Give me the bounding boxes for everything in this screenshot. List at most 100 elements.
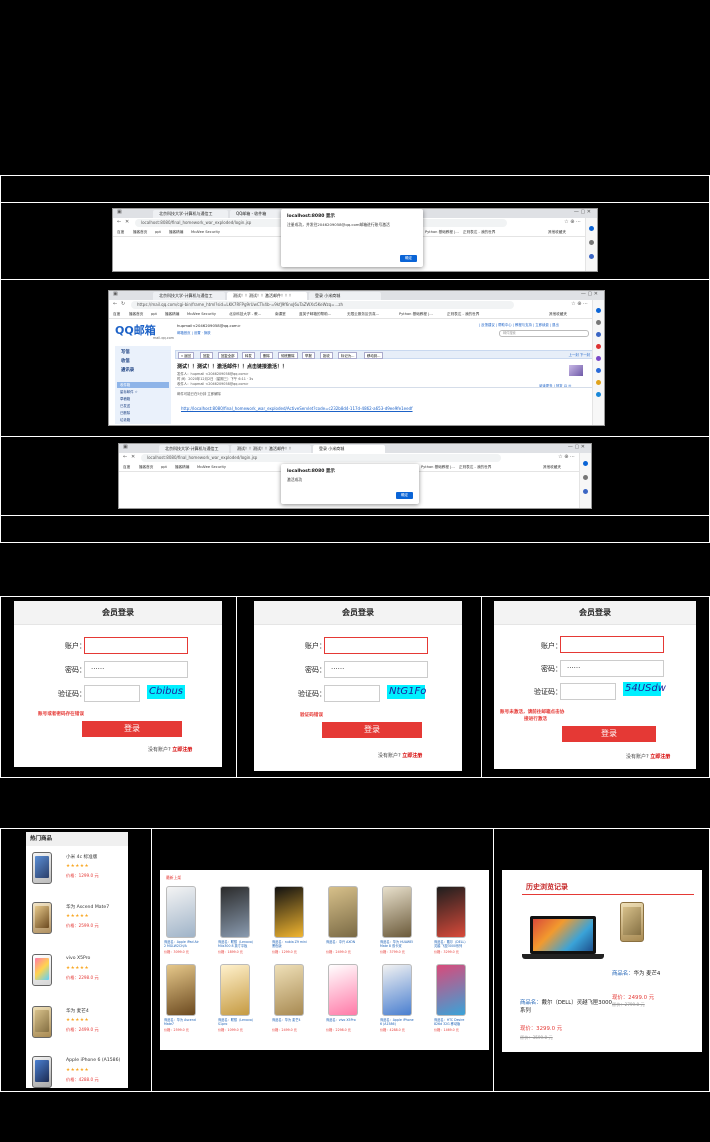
window-controls-icon[interactable]: — ▢ ✕ <box>581 291 598 297</box>
product-card[interactable]: 商品名：HTC Desire 826d 32G 移动版 价格：1469.0 元 <box>434 964 468 1036</box>
register-link[interactable]: 立即注册 <box>402 753 422 759</box>
folder-starred[interactable]: 星标邮件 ☆ <box>120 389 138 394</box>
mail-user-links[interactable]: 邮箱首页 | 设置 · 换肤 <box>177 330 211 335</box>
reload-icon[interactable]: ↻ <box>121 301 125 307</box>
nav-inbox[interactable]: 收信 <box>121 358 130 364</box>
sidebar-icon[interactable] <box>596 392 601 397</box>
sidebar-icon[interactable] <box>596 380 601 385</box>
product-card[interactable]: 商品名：nubia Z9 mini 黑色版 价格：1299.0 元 <box>272 886 308 958</box>
bookmark[interactable]: 百度 <box>113 311 120 318</box>
tab-login[interactable]: 登录 小米商城 <box>309 292 381 300</box>
bookmark[interactable]: Python 基础教程 |... <box>425 229 459 236</box>
dialog-ok-button[interactable]: 确定 <box>400 255 417 262</box>
captcha-input[interactable] <box>324 685 380 702</box>
toolbar-reject-button[interactable]: 拒收 <box>320 352 333 359</box>
sidebar-icon[interactable] <box>589 254 594 259</box>
product-image[interactable] <box>166 964 196 1016</box>
product-image[interactable] <box>382 886 412 938</box>
bookmark[interactable]: 播客精编 <box>165 311 179 318</box>
browser-toolbar-icons[interactable]: ☆ ⊕ ⋯ <box>564 219 581 225</box>
history-laptop-name[interactable]: 商品名：戴尔（DELL）灵越飞匣3000系列 <box>520 999 612 1015</box>
product-image[interactable] <box>274 964 304 1016</box>
tab-ustb[interactable]: 北京科技大学-计算机与通信工 <box>159 445 229 453</box>
password-input[interactable]: ······ <box>560 660 664 677</box>
bookmark[interactable]: ppt <box>155 229 161 236</box>
bookmark[interactable]: ppt <box>151 311 157 318</box>
bookmark[interactable]: 正则表达 - 我的世界 <box>459 464 491 471</box>
product-card[interactable]: 商品名：戴尔（DELL）灵越 飞匣3000系列 价格：3299.0 元 <box>434 886 468 958</box>
sidebar-icon[interactable] <box>596 308 601 313</box>
dialog-ok-button[interactable]: 确定 <box>396 492 413 499</box>
bookmark[interactable]: 其他收藏夹 <box>548 229 566 236</box>
tab-login[interactable]: 登录 小米商城 <box>313 445 385 453</box>
register-link[interactable]: 立即注册 <box>172 747 192 753</box>
bookmark[interactable]: 播客精编 <box>175 464 189 471</box>
captcha-image[interactable]: Cbibus <box>147 685 185 699</box>
bookmark[interactable]: Python 基础教程 |... <box>421 464 455 471</box>
sidebar-icon[interactable] <box>596 368 601 373</box>
bookmark[interactable]: 正则表达 - 我的世界 <box>447 311 479 318</box>
folder-spam[interactable]: 垃圾箱 <box>120 417 130 422</box>
product-card[interactable]: 商品名：华为 麦芒4 价格：2499.0 元 <box>272 964 306 1036</box>
list-item[interactable]: vivo X5Pro ★★★★★ 价格：2298.0 元 <box>26 950 128 1000</box>
account-input[interactable] <box>560 636 664 653</box>
password-input[interactable]: ······ <box>324 661 428 678</box>
bookmark[interactable]: 播客首页 <box>139 464 153 471</box>
product-card[interactable]: 商品名：联想（Lenovo）S1pro 价格：1099.0 元 <box>218 964 254 1036</box>
product-card[interactable]: 商品名：中兴 AXON 价格：2499.0 元 <box>326 886 360 958</box>
bookmark[interactable]: 蓝英子邮箱的帮助... <box>299 311 331 318</box>
sidebar-icon[interactable] <box>596 356 601 361</box>
product-image[interactable] <box>220 886 250 938</box>
bookmark[interactable]: McAfee Security <box>187 311 216 318</box>
sidebar-icon[interactable] <box>596 344 601 349</box>
activation-link[interactable]: http://localhost:8080/final_homework_war… <box>181 406 413 411</box>
sidebar-icon[interactable] <box>596 332 601 337</box>
tab-ustb[interactable]: 北京科技大学-计算机与通信工 <box>153 210 228 218</box>
product-name[interactable]: 商品名：联想（Lenovo）S1pro <box>218 1018 254 1026</box>
product-name[interactable]: vivo X5Pro <box>66 956 90 961</box>
product-name[interactable]: 商品名：HTC Desire 826d 32G 移动版 <box>434 1018 470 1026</box>
sidebar-icon[interactable] <box>589 226 594 231</box>
product-name[interactable]: 商品名：中兴 AXON <box>326 940 362 948</box>
bookmark[interactable]: 播客精编 <box>169 229 183 236</box>
captcha-image[interactable]: NtG1Fo <box>387 685 426 699</box>
bookmark[interactable]: McAfee Security <box>191 229 220 236</box>
product-name[interactable]: 华为 Ascend Mate7 <box>66 904 109 910</box>
register-link[interactable]: 立即注册 <box>650 754 670 760</box>
url-input[interactable]: https://mail.qq.com/cgi-bin/frame_html?s… <box>131 301 514 309</box>
nav-write[interactable]: 写信 <box>121 349 130 355</box>
product-name[interactable]: 商品名：nubia Z9 mini 黑色版 <box>272 940 308 948</box>
sidebar-icon[interactable] <box>583 461 588 466</box>
toolbar-reply-button[interactable]: 回复 <box>200 352 213 359</box>
captcha-input[interactable] <box>560 683 616 700</box>
product-card[interactable]: 商品名：华为 Ascend Mate7 价格：2599.0 元 <box>164 964 198 1036</box>
product-name[interactable]: 小米 4c 标准版 <box>66 854 97 860</box>
window-controls-icon[interactable]: — ▢ ✕ <box>568 444 585 450</box>
bookmark[interactable]: 播客首页 <box>133 229 147 236</box>
password-input[interactable]: ······ <box>84 661 188 678</box>
bookmark[interactable]: 百度 <box>123 464 130 471</box>
product-card[interactable]: 商品名：Apple iPad Air 2 MGLW2CH/A 价格：3099.0 … <box>164 886 200 958</box>
product-image[interactable] <box>436 964 466 1016</box>
toolbar-purge-button[interactable]: 彻底删除 <box>278 352 298 359</box>
product-card[interactable]: 商品名：Apple iPhone 6 (A1586) 价格：4288.0 元 <box>380 964 414 1036</box>
product-image[interactable] <box>328 964 358 1016</box>
history-phone-image[interactable] <box>620 902 644 942</box>
mail-top-links[interactable]: | 反馈建议 | 帮助中心 | 教程与支持 | 立即续费 | 退出 <box>479 322 559 327</box>
history-phone-name[interactable]: 商品名：华为 麦芒4 <box>612 969 660 977</box>
reload-icon[interactable]: ✕ <box>131 454 135 460</box>
bookmark[interactable]: 南课堂 <box>275 311 286 318</box>
back-icon[interactable]: ← <box>123 454 127 460</box>
bookmark[interactable]: Python 基础教程 |... <box>399 311 433 318</box>
product-name[interactable]: 商品名：Apple iPhone 6 (A1586) <box>380 1018 416 1026</box>
product-image[interactable] <box>436 886 466 938</box>
product-name[interactable]: 华为 麦芒4 <box>66 1008 89 1014</box>
tab-ustb[interactable]: 北京科技大学-计算机与通信工 <box>153 292 225 300</box>
url-input[interactable]: localhost:8080/final_homework_war_explod… <box>141 454 501 462</box>
product-card[interactable]: 商品名：vivo X5Pro 价格：2298.0 元 <box>326 964 360 1036</box>
product-name[interactable]: 商品名：华为 麦芒4 <box>272 1018 308 1026</box>
login-button[interactable]: 登录 <box>562 726 656 742</box>
product-name[interactable]: 商品名：Apple iPad Air 2 MGLW2CH/A <box>164 940 200 948</box>
browser-toolbar-icons[interactable]: ☆ ⊕ ⋯ <box>558 454 575 460</box>
folder-inbox[interactable]: 收件箱 <box>117 382 169 388</box>
